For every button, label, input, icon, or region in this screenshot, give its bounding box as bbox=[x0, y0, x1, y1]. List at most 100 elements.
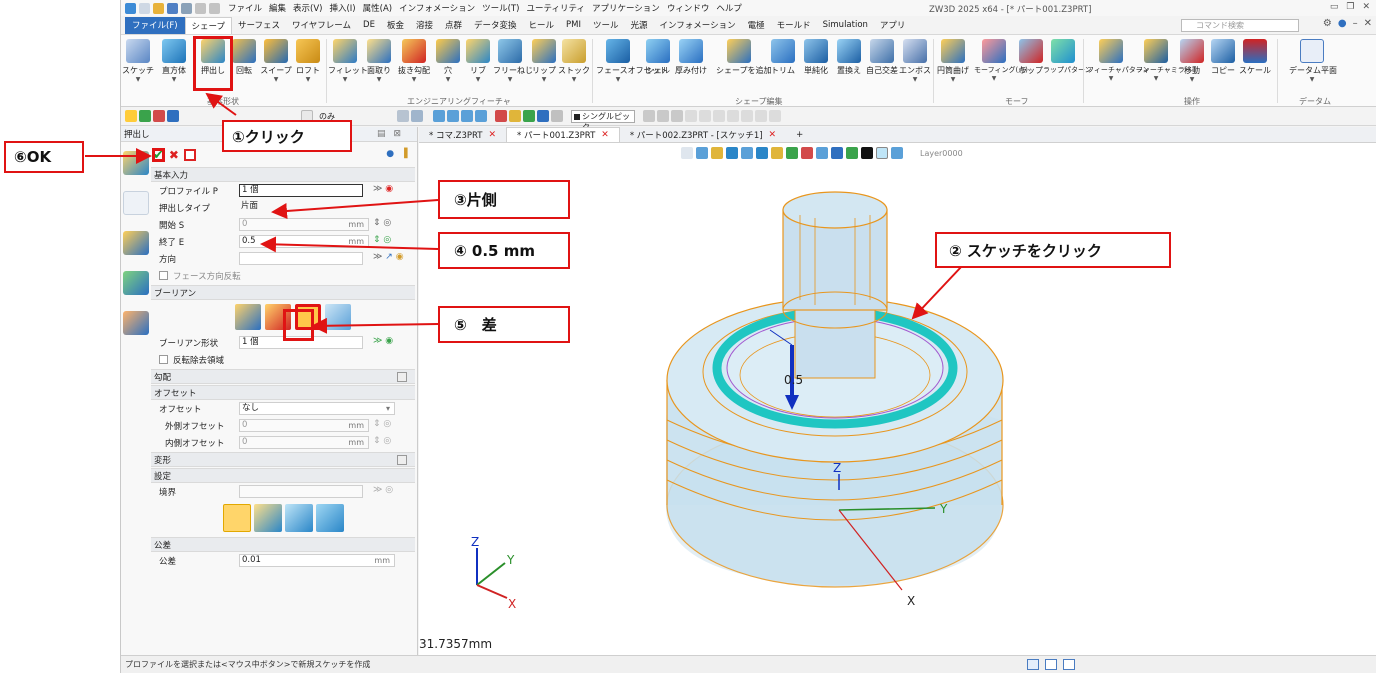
draft-options-icon[interactable] bbox=[397, 372, 407, 382]
boolean-intersect-icon[interactable] bbox=[325, 304, 351, 330]
free-thread-button[interactable]: フリーねじ ▼ bbox=[493, 39, 533, 83]
vtab-user-icon[interactable] bbox=[123, 311, 149, 335]
start-spin-icon[interactable]: ⇕ ◎ bbox=[373, 218, 391, 228]
layer-select[interactable]: Layer0000 bbox=[920, 149, 963, 158]
ribbon-minimize-icon[interactable]: – bbox=[1353, 18, 1358, 29]
vtab-history-icon[interactable] bbox=[123, 191, 149, 215]
tab-de[interactable]: DE bbox=[357, 17, 381, 34]
tab-apps[interactable]: アプリ bbox=[874, 17, 912, 34]
face-offset-button[interactable]: フェースオフセット ▼ bbox=[596, 39, 668, 83]
status-view-icon-2[interactable] bbox=[1045, 659, 1057, 670]
boundary-type-1-icon[interactable] bbox=[222, 504, 251, 532]
section-offset[interactable]: オフセット bbox=[151, 385, 415, 400]
shell-button[interactable]: シェル bbox=[641, 39, 675, 76]
inner-offset-spin-icon[interactable]: ⇕ ◎ bbox=[373, 436, 391, 446]
tab-shape[interactable]: シェープ bbox=[184, 16, 233, 34]
ribbon-close-icon[interactable]: ✕ bbox=[1364, 18, 1372, 29]
tab-weld[interactable]: 溶接 bbox=[410, 17, 439, 34]
vtab-assembly-icon[interactable] bbox=[123, 231, 149, 255]
feature-pattern-button[interactable]: フィーチャパターン ▼ bbox=[1087, 39, 1149, 82]
boundary-field[interactable] bbox=[239, 485, 363, 498]
fillet-button[interactable]: フィレット ▼ bbox=[328, 39, 368, 83]
menu-help[interactable]: ヘルプ bbox=[716, 2, 742, 14]
view-section-icon[interactable] bbox=[741, 147, 753, 159]
menu-file[interactable]: ファイル bbox=[228, 2, 262, 14]
menu-application[interactable]: アプリケーション bbox=[592, 2, 660, 14]
section-boolean[interactable]: ブーリアン bbox=[151, 285, 415, 300]
status-view-icon-1[interactable] bbox=[1027, 659, 1039, 670]
boundary-options-icon[interactable]: ≫ ◎ bbox=[373, 485, 393, 495]
help-bulb-icon[interactable]: ▌ bbox=[404, 149, 411, 159]
inner-offset-field[interactable]: 0 mm bbox=[239, 436, 369, 449]
box-button[interactable]: 直方体 ▼ bbox=[157, 39, 191, 83]
view-render-icon[interactable] bbox=[786, 147, 798, 159]
end-field[interactable]: 0.5 mm bbox=[239, 235, 369, 248]
tab-tools[interactable]: ツール bbox=[587, 17, 625, 34]
tab-mold[interactable]: モールド bbox=[771, 17, 817, 34]
sketch-tool-icon-1[interactable] bbox=[685, 110, 697, 122]
face-filter-icon[interactable] bbox=[167, 110, 179, 122]
pick-icon-1[interactable] bbox=[643, 110, 655, 122]
sketch-tool-icon-5[interactable] bbox=[741, 110, 753, 122]
menu-information[interactable]: インフォメーション bbox=[399, 2, 475, 14]
vtab-extrude-icon[interactable] bbox=[123, 151, 149, 175]
toolbar-icon-6[interactable] bbox=[475, 110, 487, 122]
boundary-type-2-icon[interactable] bbox=[253, 504, 282, 532]
redo-icon[interactable] bbox=[209, 2, 220, 14]
self-intersect-button[interactable]: 自己交差 bbox=[865, 39, 899, 76]
select-arrow-icon[interactable] bbox=[125, 110, 137, 122]
panel-close-icon[interactable]: ⊠ bbox=[393, 129, 401, 139]
stock-button[interactable]: ストック ▼ bbox=[557, 39, 591, 83]
toolbar-icon-1[interactable] bbox=[397, 110, 409, 122]
view-fit-icon[interactable] bbox=[681, 147, 693, 159]
line-filter-icon[interactable] bbox=[153, 110, 165, 122]
menu-edit[interactable]: 編集 bbox=[269, 2, 286, 14]
rib-button[interactable]: リブ ▼ bbox=[461, 39, 495, 83]
view-shade-icon[interactable] bbox=[711, 147, 723, 159]
save-icon[interactable] bbox=[167, 2, 178, 14]
view-axis-icon[interactable] bbox=[801, 147, 813, 159]
tab-simulation[interactable]: Simulation bbox=[817, 17, 874, 34]
print-icon[interactable] bbox=[181, 2, 192, 14]
reverse-region-checkbox[interactable] bbox=[159, 355, 168, 364]
move-button[interactable]: 移動 ▼ bbox=[1175, 39, 1209, 83]
section-settings[interactable]: 設定 bbox=[151, 468, 415, 483]
tab-wireframe[interactable]: ワイヤフレーム bbox=[286, 17, 357, 34]
tab-dataconvert[interactable]: データ変換 bbox=[468, 17, 523, 34]
toolbar-icon-8[interactable] bbox=[509, 110, 521, 122]
doc-tab-koma[interactable]: * コマ.Z3PRT ✕ bbox=[419, 127, 506, 142]
boundary-type-4-icon[interactable] bbox=[315, 504, 344, 532]
close-window-icon[interactable]: ✕ bbox=[1362, 2, 1370, 12]
simplify-button[interactable]: 単純化 bbox=[799, 39, 833, 76]
toolbar-icon-9[interactable] bbox=[523, 110, 535, 122]
transform-options-icon[interactable] bbox=[397, 455, 407, 465]
restore-icon[interactable]: ❐ bbox=[1346, 2, 1354, 12]
hole-button[interactable]: 穴 ▼ bbox=[431, 39, 465, 83]
sketch-tool-icon-2[interactable] bbox=[699, 110, 711, 122]
extrude-type-select[interactable]: 片面 bbox=[239, 201, 393, 214]
start-field[interactable]: 0 mm bbox=[239, 218, 369, 231]
info-dot-icon[interactable]: ● bbox=[386, 149, 394, 159]
pick-mode-select[interactable]: シングルピック bbox=[571, 109, 635, 132]
replace-button[interactable]: 置換え bbox=[832, 39, 866, 76]
sketch-tool-icon-4[interactable] bbox=[727, 110, 739, 122]
boundary-type-3-icon[interactable] bbox=[284, 504, 313, 532]
doc-tab-part002[interactable]: * パート002.Z3PRT - [スケッチ1] ✕ bbox=[620, 127, 786, 142]
tab-surface[interactable]: サーフェス bbox=[232, 17, 286, 34]
tab-sheetmetal[interactable]: 板金 bbox=[381, 17, 410, 34]
outer-offset-spin-icon[interactable]: ⇕ ◎ bbox=[373, 419, 391, 429]
section-draft[interactable]: 勾配 bbox=[151, 369, 415, 384]
tab-pointcloud[interactable]: 点群 bbox=[439, 17, 468, 34]
direction-options-icon[interactable]: ≫ ↗ ◉ bbox=[373, 252, 404, 262]
loft-button[interactable]: ロフト ▼ bbox=[291, 39, 325, 83]
offset-select[interactable]: なし ▾ bbox=[239, 402, 395, 415]
command-search-input[interactable]: コマンド検索 bbox=[1181, 19, 1299, 32]
scale-button[interactable]: スケール bbox=[1238, 39, 1272, 76]
sketch-button[interactable]: スケッチ ▼ bbox=[121, 39, 155, 83]
view-grid-icon[interactable] bbox=[846, 147, 858, 159]
sweep-button[interactable]: スイープ ▼ bbox=[259, 39, 293, 83]
settings-icon[interactable]: ⚙ bbox=[1323, 18, 1332, 29]
view-filter-icon[interactable] bbox=[756, 147, 768, 159]
3d-viewport[interactable]: Layer0000 31.7357mm bbox=[419, 143, 1376, 655]
tab-heal[interactable]: ヒール bbox=[523, 17, 561, 34]
